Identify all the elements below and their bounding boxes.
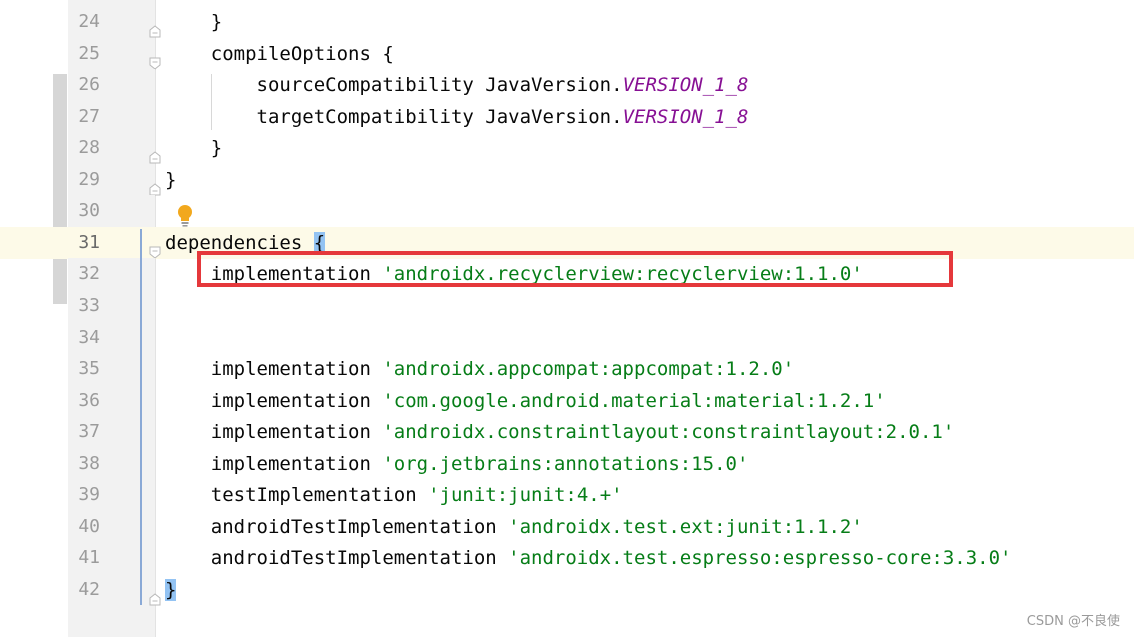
line-number[interactable]: 38 (68, 448, 100, 480)
code-line[interactable]: 30 (0, 195, 1134, 228)
line-number[interactable]: 26 (68, 69, 100, 101)
fold-end-icon[interactable] (149, 584, 161, 606)
indent-guide (211, 74, 212, 130)
code-text[interactable]: targetCompatibility JavaVersion.VERSION_… (165, 101, 749, 133)
line-number[interactable]: 28 (68, 132, 100, 164)
code-text[interactable]: compileOptions { (165, 38, 394, 70)
line-number[interactable]: 36 (68, 385, 100, 417)
code-text[interactable]: implementation 'org.jetbrains:annotation… (165, 448, 749, 480)
watermark: CSDN @不良使 (1026, 614, 1120, 629)
code-text[interactable]: } (165, 6, 222, 38)
matched-brace: } (165, 578, 177, 601)
code-token: androidTestImplementation (165, 547, 509, 570)
line-number[interactable]: 24 (68, 6, 100, 38)
line-number[interactable]: 34 (68, 322, 100, 354)
string-literal: 'androidx.appcompat:appcompat:1.2.0' (382, 358, 795, 381)
line-number[interactable]: 31 (68, 227, 100, 259)
fold-start-icon[interactable] (149, 237, 161, 259)
code-text[interactable]: testImplementation 'junit:junit:4.+' (165, 479, 623, 511)
string-literal: 'androidx.constraintlayout:constraintlay… (382, 421, 955, 444)
code-line[interactable]: 36 implementation 'com.google.android.ma… (0, 384, 1134, 417)
code-line[interactable]: 41 androidTestImplementation 'androidx.t… (0, 542, 1134, 575)
string-literal: 'junit:junit:4.+' (428, 484, 623, 507)
code-token: implementation (165, 452, 383, 475)
code-line[interactable]: 29} (0, 163, 1134, 196)
code-editor[interactable]: 24 } 25 compileOptions {26 sourceCompatib… (0, 0, 1134, 637)
string-literal: 'org.jetbrains:annotations:15.0' (382, 452, 749, 475)
line-number[interactable]: 40 (68, 511, 100, 543)
code-text[interactable]: androidTestImplementation 'androidx.test… (165, 511, 863, 543)
code-line[interactable]: 40 androidTestImplementation 'androidx.t… (0, 510, 1134, 543)
string-literal: 'androidx.test.ext:junit:1.1.2' (508, 515, 863, 538)
constant-token: VERSION_1_8 (622, 74, 749, 97)
code-token: compileOptions { (165, 42, 394, 65)
code-line[interactable]: 27 targetCompatibility JavaVersion.VERSI… (0, 100, 1134, 133)
code-line[interactable]: 24 } (0, 6, 1134, 38)
line-number[interactable]: 32 (68, 258, 100, 290)
code-text[interactable]: androidTestImplementation 'androidx.test… (165, 542, 1012, 574)
code-line[interactable]: 42} (0, 573, 1134, 606)
code-line[interactable]: 28 } (0, 132, 1134, 165)
fold-end-icon[interactable] (149, 174, 161, 196)
code-text[interactable]: implementation 'com.google.android.mater… (165, 385, 886, 417)
lightbulb-icon[interactable] (176, 204, 194, 228)
line-number[interactable]: 25 (68, 38, 100, 70)
fold-end-icon[interactable] (149, 16, 161, 38)
code-text[interactable]: } (165, 132, 222, 164)
code-token: } (165, 137, 223, 160)
code-line[interactable]: 33 (0, 289, 1134, 322)
code-text[interactable]: implementation 'androidx.constraintlayou… (165, 416, 955, 448)
fold-end-icon[interactable] (149, 142, 161, 164)
code-token: implementation (165, 389, 383, 412)
brace-scope-bar (140, 229, 142, 605)
line-number[interactable]: 27 (68, 101, 100, 133)
line-number[interactable]: 39 (68, 479, 100, 511)
code-line[interactable]: 39 testImplementation 'junit:junit:4.+' (0, 479, 1134, 512)
code-line[interactable]: 25 compileOptions { (0, 37, 1134, 70)
code-token: testImplementation (165, 484, 429, 507)
fold-start-icon[interactable] (149, 48, 161, 70)
code-token: } (165, 11, 223, 33)
line-number[interactable]: 42 (68, 574, 100, 606)
string-literal: 'com.google.android.material:material:1.… (382, 389, 886, 412)
line-number[interactable]: 30 (68, 195, 100, 227)
highlight-annotation-box (197, 251, 953, 287)
line-number[interactable]: 37 (68, 416, 100, 448)
code-line[interactable]: 37 implementation 'androidx.constraintla… (0, 416, 1134, 449)
code-text[interactable]: sourceCompatibility JavaVersion.VERSION_… (165, 69, 749, 101)
line-number[interactable]: 41 (68, 542, 100, 574)
code-token: implementation (165, 358, 383, 381)
line-number[interactable]: 29 (68, 164, 100, 196)
constant-token: VERSION_1_8 (622, 105, 749, 128)
string-literal: 'androidx.test.espresso:espresso-core:3.… (508, 547, 1012, 570)
code-line[interactable]: 35 implementation 'androidx.appcompat:ap… (0, 353, 1134, 386)
code-line[interactable]: 26 sourceCompatibility JavaVersion.VERSI… (0, 69, 1134, 102)
code-token: } (165, 168, 177, 191)
line-number[interactable]: 33 (68, 290, 100, 322)
code-line[interactable]: 34 (0, 321, 1134, 354)
code-text[interactable]: } (165, 574, 177, 606)
code-token: sourceCompatibility JavaVersion. (165, 74, 623, 97)
line-number[interactable]: 35 (68, 353, 100, 385)
code-line[interactable]: 38 implementation 'org.jetbrains:annotat… (0, 447, 1134, 480)
code-token: targetCompatibility JavaVersion. (165, 105, 623, 128)
code-token: implementation (165, 421, 383, 444)
code-text[interactable]: implementation 'androidx.appcompat:appco… (165, 353, 794, 385)
code-token: androidTestImplementation (165, 515, 509, 538)
code-text[interactable]: } (165, 164, 176, 196)
